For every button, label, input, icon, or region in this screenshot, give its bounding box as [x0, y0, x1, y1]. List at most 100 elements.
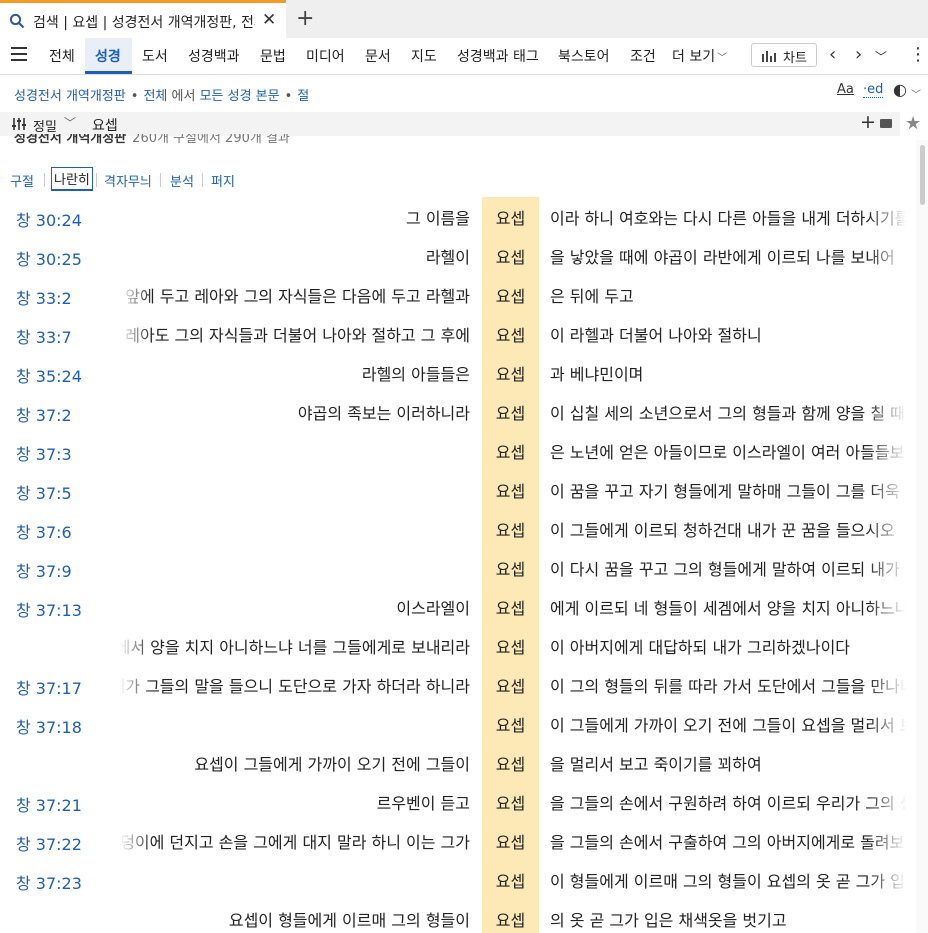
verse-reference[interactable]: 창 37:9 [16, 558, 72, 582]
chevron-down-icon[interactable]: ﹀ [64, 114, 76, 131]
verse-reference[interactable]: 창 37:13 [16, 597, 82, 621]
verse-reference[interactable]: 창 37:5 [16, 480, 72, 504]
chevron-down-icon[interactable]: ﹀ [911, 86, 921, 101]
font-size-icon[interactable]: Aa [837, 82, 854, 97]
right-context: 을 멀리서 보고 죽이기를 꾀하여 [550, 755, 762, 774]
scrollbar-thumb[interactable] [920, 145, 925, 205]
verse-reference[interactable]: 창 37:6 [16, 519, 72, 543]
nav-item-bookstore[interactable]: 북스토어 [558, 46, 610, 66]
tab-title: 검색 | 요셉 | 성경전서 개역개정판, 전체 [33, 15, 255, 31]
keyword: 요셉 [495, 872, 526, 891]
menu-icon[interactable] [11, 47, 27, 63]
sliders-icon[interactable] [12, 118, 26, 130]
theme-icon[interactable]: ◐ [893, 80, 907, 99]
keyword: 요셉 [495, 638, 526, 657]
tab-grid[interactable]: 격자무늬 [104, 171, 152, 190]
verse-reference[interactable]: 창 35:24 [16, 363, 82, 387]
sort-label[interactable]: 정밀 [33, 116, 57, 135]
nav-item-more[interactable]: 더 보기 ﹀ [672, 46, 727, 66]
tab-fuzzy[interactable]: 퍼지 [211, 171, 235, 190]
nav-item-all[interactable]: 전체 [49, 46, 75, 66]
nav-item-encyclopedia-tags[interactable]: 성경백과 태그 [457, 46, 539, 66]
verse-reference[interactable]: 창 37:23 [16, 870, 82, 894]
keyword: 요셉 [495, 560, 526, 579]
keyword: 요셉 [495, 365, 526, 384]
right-context: 이 라헬과 더불어 나아와 절하니 [550, 326, 762, 345]
nav-item-grammar[interactable]: 문법 [260, 46, 286, 66]
breadcrumb: 성경전서 개역개정판 • 전체 에서 모든 성경 본문 • 절 [14, 89, 310, 104]
left-context: 요셉이 그들에게 가까이 오기 전에 그들이 [194, 755, 470, 774]
nav-item-bible[interactable]: 성경 [95, 46, 121, 66]
divider [160, 173, 161, 187]
right-context: 과 베냐민이며 [550, 365, 644, 384]
right-context: 이 다시 꿈을 꾸고 그의 형들에게 말하여 이르되 내가 [550, 560, 900, 579]
breadcrumb-unit[interactable]: 절 [297, 89, 309, 104]
verse-reference[interactable]: 창 30:24 [16, 207, 82, 231]
scrollbar[interactable] [916, 140, 928, 933]
keyword: 요셉 [495, 287, 526, 306]
breadcrumb-target[interactable]: 모든 성경 본문 [200, 89, 280, 104]
verse-reference[interactable]: 창 37:21 [16, 792, 82, 816]
browser-tab[interactable]: 검색 | 요셉 | 성경전서 개역개정판, 전체 ✕ [0, 0, 286, 38]
verse-reference[interactable]: 창 37:3 [16, 441, 72, 465]
keyword: 요셉 [495, 326, 526, 345]
verse-reference[interactable]: 창 30:25 [16, 246, 82, 270]
more-vertical-icon[interactable]: ⋮ [909, 44, 927, 65]
search-input[interactable]: 요셉 [92, 115, 118, 135]
bar-chart-icon [762, 51, 776, 62]
left-context: 라헬이 [425, 248, 470, 267]
chevron-right-icon[interactable]: › [855, 44, 862, 65]
tab-analysis[interactable]: 분석 [170, 171, 194, 190]
nav-item-media[interactable]: 미디어 [306, 46, 345, 66]
search-icon [9, 13, 25, 29]
plus-icon[interactable]: + [296, 6, 314, 31]
left-context: 레아도 그의 자식들과 더불어 나아와 절하고 그 후에 [125, 326, 470, 345]
left-context: 라헬의 아들들은 [361, 365, 470, 384]
keyword: 요셉 [495, 521, 526, 540]
verse-reference[interactable]: 창 37:2 [16, 402, 72, 426]
nav-item-books[interactable]: 도서 [142, 46, 168, 66]
left-context: 야곱의 족보는 이러하니라 [297, 404, 470, 423]
keyboard-icon[interactable] [880, 119, 892, 128]
verse-reference[interactable]: 창 33:2 [16, 285, 72, 309]
right-context: 이 형들에게 이르매 그의 형들이 요셉의 옷 곧 그가 입은 [550, 872, 920, 891]
right-mask [906, 197, 916, 933]
breadcrumb-scope[interactable]: 전체 [143, 89, 167, 104]
right-context: 이 그들에게 이르되 청하건대 내가 꾼 꿈을 들으시오 [550, 521, 895, 540]
chart-label: 차트 [783, 51, 807, 66]
tab-side-by-side[interactable]: 나란히 [51, 167, 93, 191]
verse-reference[interactable]: 창 33:7 [16, 324, 72, 348]
nav-item-maps[interactable]: 지도 [411, 46, 437, 66]
keyword: 요셉 [495, 404, 526, 423]
close-icon[interactable]: ✕ [262, 10, 276, 30]
nav-bar: 전체 성경 도서 성경백과 문법 미디어 문서 지도 성경백과 태그 북스토어 … [0, 38, 928, 75]
breadcrumb-bible[interactable]: 성경전서 개역개정판 [14, 89, 126, 104]
tab-verse[interactable]: 구절 [10, 171, 34, 190]
keyword: 요셉 [495, 716, 526, 735]
nav-item-conditions[interactable]: 조건 [630, 46, 656, 66]
verse-reference[interactable]: 창 37:17 [16, 675, 82, 699]
chevron-down-icon[interactable]: ﹀ [875, 48, 887, 65]
nav-item-encyclopedia[interactable]: 성경백과 [188, 46, 240, 66]
left-context: 그 이름을 [406, 209, 470, 228]
verse-reference[interactable]: 창 37:22 [16, 831, 82, 855]
chevron-down-icon: ﹀ [717, 53, 728, 64]
keyword: 요셉 [495, 209, 526, 228]
right-context: 이 십칠 세의 소년으로서 그의 형들과 함께 양을 칠 때에 [550, 404, 920, 423]
plus-icon[interactable]: + [860, 111, 876, 133]
edit-icon[interactable]: ·ed [863, 82, 884, 98]
results-list: 그 이름을 요셉 이라 하니 여호와는 다시 다른 아들을 내게 더하시기를 라헬이 요… [0, 197, 928, 933]
chart-button[interactable]: 차트 [751, 43, 817, 67]
right-context: 이 아버지에게 대답하되 내가 그리하겠나이다 [550, 638, 851, 657]
search-box [0, 112, 900, 136]
results-count: 260개 구절에서 290개 결과 [132, 134, 290, 146]
chevron-left-icon[interactable]: ‹ [829, 44, 836, 65]
right-context: 의 옷 곧 그가 입은 채색옷을 벗기고 [550, 911, 787, 930]
breadcrumb-in: 에서 [171, 89, 196, 104]
right-context: 은 노년에 얻은 아들이므로 이스라엘이 여러 아들들보다 [550, 443, 920, 462]
star-icon[interactable]: ★ [905, 113, 921, 134]
nav-more-label: 더 보기 [672, 49, 716, 65]
nav-item-documents[interactable]: 문서 [365, 46, 391, 66]
left-context: 르우벤이 듣고 [376, 794, 470, 813]
verse-reference[interactable]: 창 37:18 [16, 714, 82, 738]
